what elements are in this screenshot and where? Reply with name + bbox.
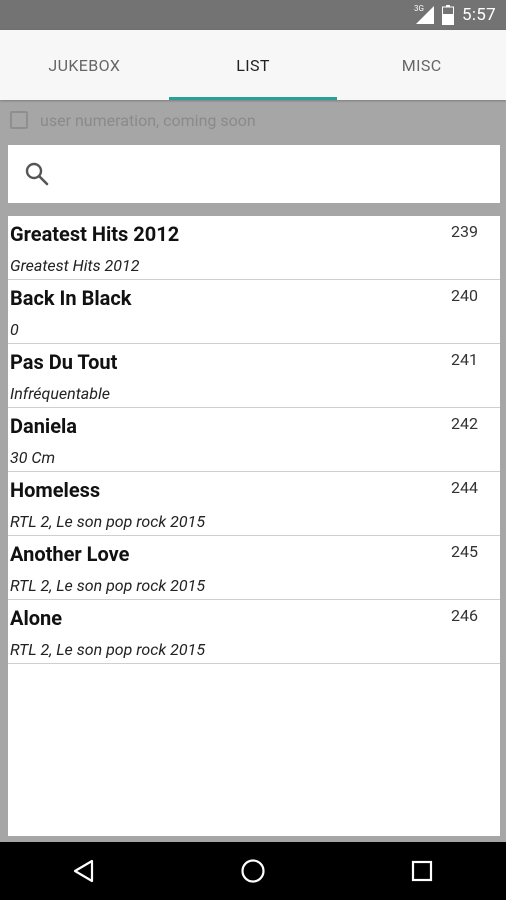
song-number: 242 bbox=[451, 414, 478, 433]
list-item[interactable]: Greatest Hits 2012 Greatest Hits 2012 23… bbox=[8, 216, 500, 280]
song-number: 245 bbox=[451, 542, 478, 561]
song-number: 239 bbox=[451, 222, 478, 241]
song-album: 30 Cm bbox=[10, 448, 56, 467]
status-time: 5:57 bbox=[462, 5, 496, 25]
song-number: 246 bbox=[451, 606, 478, 625]
battery-icon bbox=[442, 5, 455, 25]
search-box bbox=[8, 144, 500, 204]
song-list: Greatest Hits 2012 Greatest Hits 2012 23… bbox=[8, 216, 500, 836]
song-album: Greatest Hits 2012 bbox=[10, 256, 140, 275]
back-triangle-icon bbox=[74, 859, 94, 883]
status-bar: 3G 5:57 bbox=[0, 0, 506, 30]
tab-misc[interactable]: MISC bbox=[337, 30, 506, 100]
network-type-label: 3G bbox=[414, 4, 424, 13]
recents-button[interactable] bbox=[392, 842, 452, 900]
list-item[interactable]: Back In Black 0 240 bbox=[8, 280, 500, 344]
song-number: 240 bbox=[451, 286, 478, 305]
tab-list[interactable]: LIST bbox=[168, 30, 338, 100]
song-album: 0 bbox=[10, 320, 19, 339]
recents-square-icon bbox=[411, 860, 432, 882]
status-icons: 3G 5:57 bbox=[414, 0, 496, 30]
song-title: Another Love bbox=[10, 542, 130, 566]
list-item[interactable]: Homeless RTL 2, Le son pop rock 2015 244 bbox=[8, 472, 500, 536]
list-item[interactable]: Daniela 30 Cm 242 bbox=[8, 408, 500, 472]
song-title: Greatest Hits 2012 bbox=[10, 222, 180, 246]
song-number: 241 bbox=[451, 350, 478, 369]
back-button[interactable] bbox=[54, 842, 114, 900]
song-album: RTL 2, Le son pop rock 2015 bbox=[10, 576, 206, 595]
list-item[interactable]: Pas Du Tout Infréquentable 241 bbox=[8, 344, 500, 408]
list-item[interactable]: Alone RTL 2, Le son pop rock 2015 246 bbox=[8, 600, 500, 664]
home-circle-icon bbox=[241, 859, 265, 883]
song-title: Back In Black bbox=[10, 286, 132, 310]
signal-3g-icon: 3G bbox=[414, 4, 435, 24]
search-input[interactable] bbox=[58, 144, 500, 204]
user-numeration-option: user numeration, coming soon bbox=[0, 100, 506, 140]
search-icon[interactable] bbox=[24, 161, 50, 187]
user-numeration-label: user numeration, coming soon bbox=[40, 110, 256, 130]
song-number: 244 bbox=[451, 478, 478, 497]
song-album: RTL 2, Le son pop rock 2015 bbox=[10, 512, 206, 531]
song-album: Infréquentable bbox=[10, 384, 110, 403]
song-title: Homeless bbox=[10, 478, 101, 502]
tab-jukebox[interactable]: JUKEBOX bbox=[0, 30, 169, 100]
tab-bar: JUKEBOX LIST MISC bbox=[0, 30, 506, 100]
song-title: Alone bbox=[10, 606, 63, 630]
song-title: Pas Du Tout bbox=[10, 350, 118, 374]
home-button[interactable] bbox=[223, 842, 283, 900]
song-title: Daniela bbox=[10, 414, 78, 438]
list-item[interactable]: Another Love RTL 2, Le son pop rock 2015… bbox=[8, 536, 500, 600]
navigation-bar bbox=[0, 842, 506, 900]
song-album: RTL 2, Le son pop rock 2015 bbox=[10, 640, 206, 659]
user-numeration-checkbox[interactable] bbox=[10, 111, 28, 129]
